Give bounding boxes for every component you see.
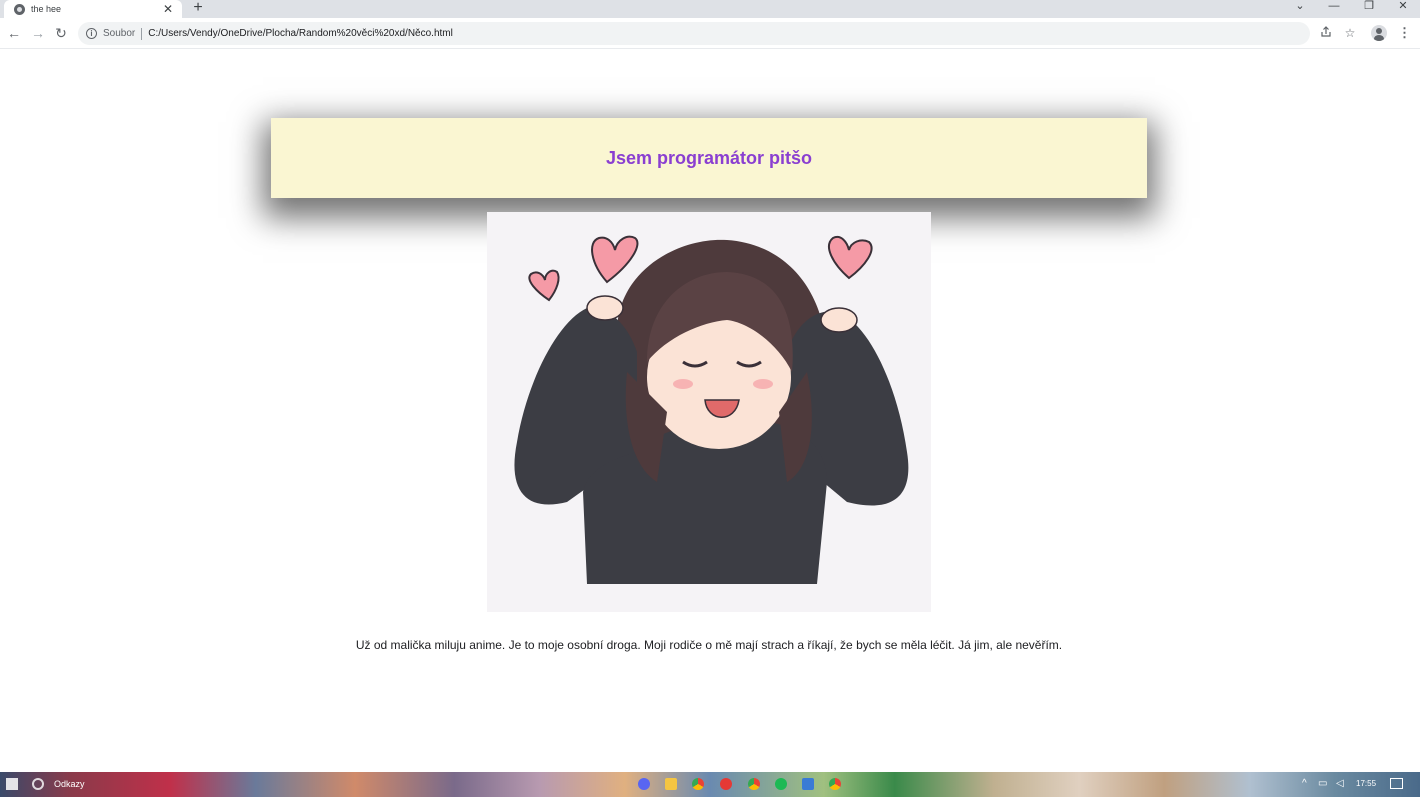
tab-strip: the hee ✕ + ⌄ — ❐ ✕	[0, 0, 1420, 18]
start-button-icon[interactable]	[6, 778, 18, 790]
address-bar[interactable]: i Soubor C:/Users/Vendy/OneDrive/Plocha/…	[78, 22, 1310, 45]
close-window-button[interactable]: ✕	[1389, 0, 1417, 14]
forward-button[interactable]: →	[29, 24, 47, 42]
page-viewport: Jsem programátor pitšo Už od malička mil…	[0, 50, 1420, 772]
restore-button[interactable]: ❐	[1355, 0, 1383, 14]
windows-taskbar: Odkazy ^ ▭ ◁ 17:55	[0, 772, 1420, 797]
site-info-icon[interactable]: i	[86, 28, 97, 39]
notification-icon[interactable]	[1390, 778, 1403, 789]
discord-icon[interactable]	[638, 778, 650, 790]
bookmark-star-icon[interactable]: ☆	[1343, 26, 1357, 40]
tray-chevron-icon[interactable]: ^	[1302, 778, 1307, 790]
tab-close-button[interactable]: ✕	[162, 3, 174, 15]
intro-paragraph: Už od malička miluju anime. Je to moje o…	[355, 638, 1063, 652]
address-separator	[141, 27, 143, 40]
tab-title: the hee	[31, 4, 62, 14]
new-tab-button[interactable]: +	[190, 0, 206, 16]
browser-toolbar: ← → ↻ i Soubor C:/Users/Vendy/OneDrive/P…	[0, 18, 1420, 49]
app-icon[interactable]	[802, 778, 814, 790]
taskbar-clock[interactable]: 17:55	[1356, 779, 1376, 788]
url-text[interactable]: C:/Users/Vendy/OneDrive/Plocha/Random%20…	[148, 28, 453, 39]
browser-menu-icon[interactable]: ⋮	[1398, 26, 1411, 40]
tab-the-hee[interactable]: the hee ✕	[4, 0, 182, 18]
profile-avatar-icon[interactable]	[1371, 25, 1387, 41]
back-button[interactable]: ←	[5, 24, 23, 42]
chrome-icon[interactable]	[748, 778, 760, 790]
tab-search-button[interactable]: ⌄	[1286, 0, 1314, 14]
minimize-button[interactable]: —	[1320, 0, 1348, 14]
network-icon[interactable]: ▭	[1318, 778, 1327, 790]
app-icon[interactable]	[720, 778, 732, 790]
taskbar-links-label[interactable]: Odkazy	[54, 779, 85, 789]
globe-icon	[14, 3, 25, 15]
scheme-label: Soubor	[103, 28, 136, 39]
anime-girl-image	[487, 212, 931, 612]
chrome-icon[interactable]	[692, 778, 704, 790]
reload-button[interactable]: ↻	[52, 24, 70, 42]
share-icon[interactable]	[1319, 26, 1333, 40]
volume-icon[interactable]: ◁	[1336, 778, 1344, 790]
heading-banner: Jsem programátor pitšo	[271, 118, 1147, 198]
page-heading: Jsem programátor pitšo	[605, 147, 813, 168]
spotify-icon[interactable]	[775, 778, 787, 790]
search-icon[interactable]	[32, 778, 44, 790]
chrome-icon[interactable]	[829, 778, 841, 790]
file-explorer-icon[interactable]	[665, 778, 677, 790]
